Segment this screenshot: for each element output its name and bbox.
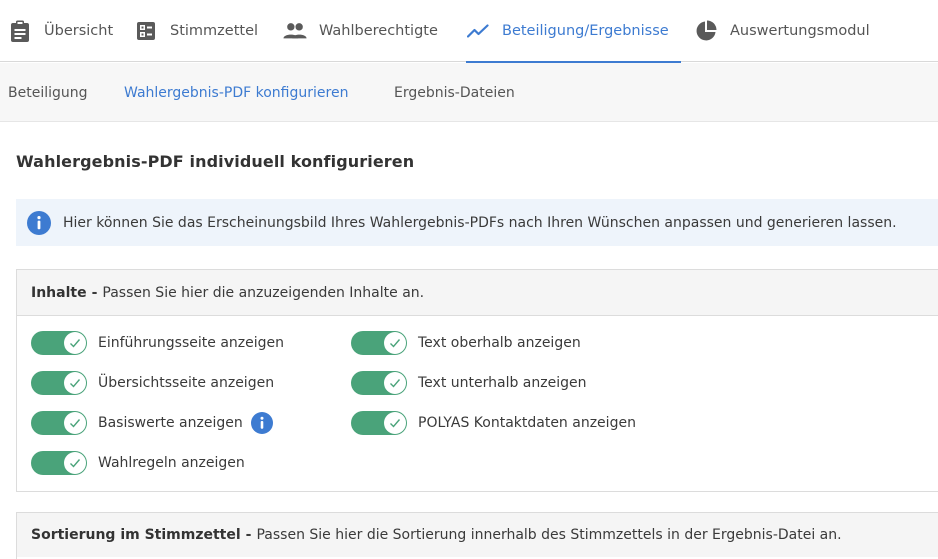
sortierung-separator: - <box>245 527 252 543</box>
clipboard-icon <box>8 19 32 43</box>
inhalte-separator: - <box>91 284 98 301</box>
tab-label: Wahlberechtigte <box>319 23 438 39</box>
info-text: Hier können Sie das Erscheinungsbild Ihr… <box>63 214 897 231</box>
sortierung-description: Passen Sie hier die Sortierung innerhalb… <box>256 527 842 543</box>
toggle-row-wahlregeln: Wahlregeln anzeigen <box>31 451 245 475</box>
tab-wahlberechtigte[interactable]: Wahlberechtigte <box>283 0 438 62</box>
tab-label: Übersicht <box>44 23 114 39</box>
tab-stimmzettel[interactable]: Stimmzettel <box>134 0 258 62</box>
toggle-label: Einführungsseite anzeigen <box>98 335 284 351</box>
ballot-icon <box>134 19 158 43</box>
sortierung-heading: Sortierung im Stimmzettel <box>31 527 241 543</box>
inhalte-panel: Inhalte - Passen Sie hier die anzuzeigen… <box>16 269 938 492</box>
subtab-ergebnis-dateien[interactable]: Ergebnis-Dateien <box>394 63 515 122</box>
toggle-row-uebersichtsseite: Übersichtsseite anzeigen <box>31 371 274 395</box>
toggle-text-unterhalb[interactable] <box>351 371 407 395</box>
toggle-wahlregeln[interactable] <box>31 451 87 475</box>
inhalte-description: Passen Sie hier die anzuzeigenden Inhalt… <box>102 284 425 301</box>
sortierung-panel-header: Sortierung im Stimmzettel - Passen Sie h… <box>17 513 938 557</box>
check-icon <box>64 372 86 394</box>
check-icon <box>64 412 86 434</box>
toggle-label: POLYAS Kontaktdaten anzeigen <box>418 415 636 431</box>
toggle-label: Basiswerte anzeigen <box>98 415 243 431</box>
people-icon <box>283 19 307 43</box>
check-icon <box>64 332 86 354</box>
page-title: Wahlergebnis-PDF individuell konfigurier… <box>16 152 415 171</box>
toggle-row-text-oberhalb: Text oberhalb anzeigen <box>351 331 581 355</box>
pie-chart-icon <box>694 19 718 43</box>
toggle-row-text-unterhalb: Text unterhalb anzeigen <box>351 371 586 395</box>
main-tab-bar: Übersicht Stimmzettel Wahlberechtigte Be… <box>0 0 938 63</box>
sortierung-panel: Sortierung im Stimmzettel - Passen Sie h… <box>16 512 938 559</box>
toggle-label: Übersichtsseite anzeigen <box>98 375 275 391</box>
check-icon <box>384 372 406 394</box>
tab-label: Auswertungsmodul <box>730 23 870 39</box>
tab-uebersicht[interactable]: Übersicht <box>8 0 113 62</box>
tab-auswertungsmodul[interactable]: Auswertungsmodul <box>694 0 870 62</box>
info-icon <box>27 210 51 235</box>
inhalte-panel-header: Inhalte - Passen Sie hier die anzuzeigen… <box>17 270 938 316</box>
info-banner: Hier können Sie das Erscheinungsbild Ihr… <box>16 199 938 246</box>
tab-beteiligung-ergebnisse[interactable]: Beteiligung/Ergebnisse <box>466 0 681 63</box>
toggle-polyas-kontaktdaten[interactable] <box>351 411 407 435</box>
toggle-label: Text oberhalb anzeigen <box>418 335 581 351</box>
toggle-row-basiswerte: Basiswerte anzeigen <box>31 411 273 435</box>
check-icon <box>384 412 406 434</box>
toggle-basiswerte[interactable] <box>31 411 87 435</box>
check-icon <box>64 452 86 474</box>
toggle-text-oberhalb[interactable] <box>351 331 407 355</box>
tab-label: Beteiligung/Ergebnisse <box>502 23 669 39</box>
subtab-beteiligung[interactable]: Beteiligung <box>8 63 88 122</box>
sub-tab-bar: Beteiligung Wahlergebnis-PDF konfigurier… <box>0 63 938 122</box>
toggle-row-polyas-kontaktdaten: POLYAS Kontaktdaten anzeigen <box>351 411 636 435</box>
toggle-label: Text unterhalb anzeigen <box>418 375 587 391</box>
toggle-label: Wahlregeln anzeigen <box>98 455 245 471</box>
inhalte-panel-body: Einführungsseite anzeigen Übersichtsseit… <box>17 316 938 491</box>
toggle-einfuehrungsseite[interactable] <box>31 331 87 355</box>
check-icon <box>384 332 406 354</box>
tab-label: Stimmzettel <box>170 23 259 39</box>
subtab-wahlergebnis-pdf-konfigurieren[interactable]: Wahlergebnis-PDF konfigurieren <box>124 63 348 122</box>
inhalte-heading: Inhalte <box>31 284 87 301</box>
toggle-row-einfuehrungsseite: Einführungsseite anzeigen <box>31 331 284 355</box>
toggle-uebersichtsseite[interactable] <box>31 371 87 395</box>
info-icon[interactable] <box>250 412 273 434</box>
trending-up-icon <box>466 19 490 43</box>
